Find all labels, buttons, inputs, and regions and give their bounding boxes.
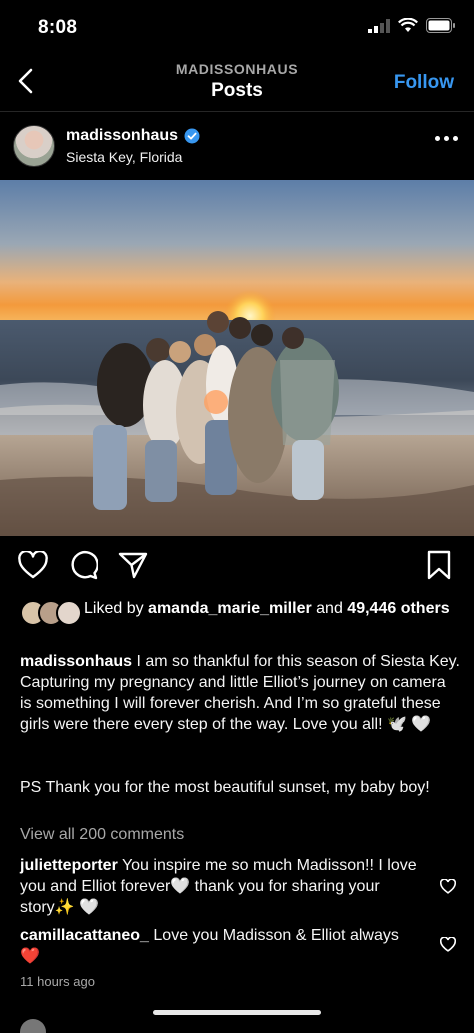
home-indicator[interactable] — [153, 1010, 321, 1015]
comment-like-heart-icon[interactable] — [440, 937, 456, 952]
post-caption: madissonhaus I am so thankful for this s… — [20, 651, 460, 735]
post-author[interactable]: madissonhaus — [66, 127, 200, 145]
like-heart-icon[interactable] — [18, 551, 48, 579]
profile-avatar[interactable] — [13, 125, 55, 167]
verified-badge-icon — [184, 128, 200, 144]
post-time-ago: 11 hours ago — [20, 974, 95, 989]
comment-item: julietteporter You inspire me so much Ma… — [20, 855, 420, 918]
caption-ps: PS Thank you for the most beautiful suns… — [20, 779, 430, 796]
liker-username[interactable]: amanda_marie_miller — [148, 600, 312, 617]
next-post-avatar — [20, 1019, 46, 1033]
signal-icon — [368, 18, 390, 33]
likes-middle: and — [311, 600, 348, 617]
comment-icon[interactable] — [68, 550, 98, 580]
likes-summary[interactable]: Liked by amanda_marie_miller and 49,446 … — [84, 598, 459, 619]
comment-item: camillacattaneo_ Love you Madisson & Ell… — [20, 925, 420, 967]
comment-like-heart-icon[interactable] — [440, 879, 456, 894]
follow-button[interactable]: Follow — [394, 72, 454, 94]
post-actions — [18, 550, 148, 580]
status-time: 8:08 — [38, 17, 78, 38]
bookmark-icon[interactable] — [426, 550, 452, 580]
more-options-icon[interactable] — [435, 136, 458, 141]
post-photo[interactable] — [0, 180, 474, 536]
wifi-icon — [398, 18, 418, 32]
comment-username[interactable]: julietteporter — [20, 857, 118, 874]
likes-prefix: Liked by — [84, 600, 149, 617]
view-all-comments-link[interactable]: View all 200 comments — [20, 826, 184, 844]
likes-suffix[interactable]: others — [401, 600, 450, 617]
status-icons — [368, 18, 456, 33]
comment-username[interactable]: camillacattaneo_ — [20, 927, 149, 944]
header-divider — [0, 111, 474, 112]
liker-avatars[interactable] — [20, 600, 82, 626]
likes-count[interactable]: 49,446 — [347, 600, 396, 617]
post-location[interactable]: Siesta Key, Florida — [66, 149, 182, 165]
caption-username[interactable]: madissonhaus — [20, 653, 132, 670]
battery-icon — [426, 18, 455, 33]
post-username[interactable]: madissonhaus — [66, 127, 178, 145]
liker-avatar — [56, 600, 82, 626]
share-icon[interactable] — [118, 551, 148, 579]
